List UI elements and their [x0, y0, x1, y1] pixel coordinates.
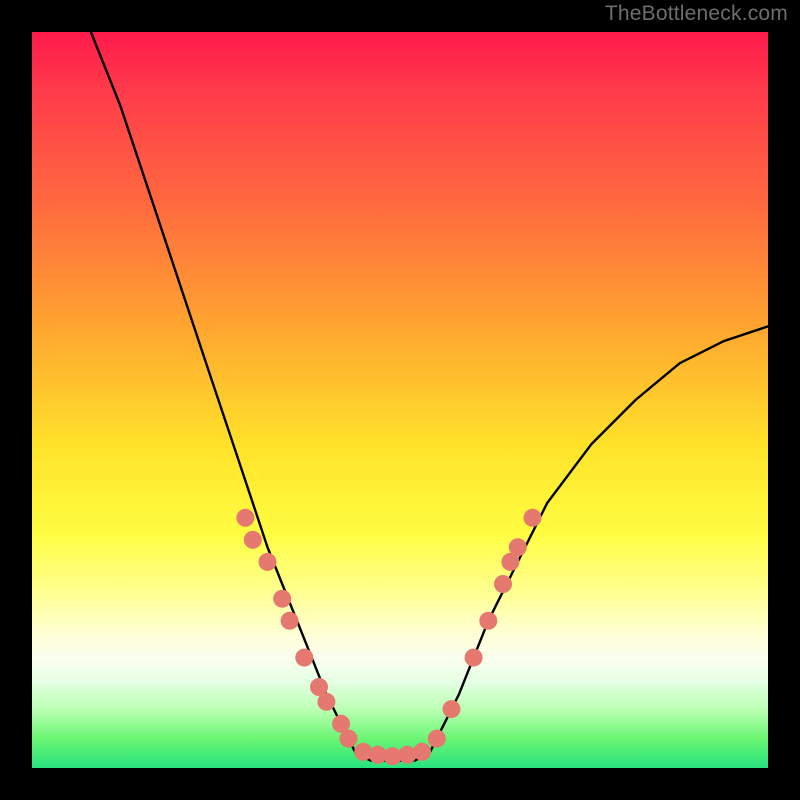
marker-dot — [273, 590, 291, 608]
marker-dot — [509, 538, 527, 556]
marker-dot — [494, 575, 512, 593]
marker-dot — [340, 730, 358, 748]
marker-dots — [236, 509, 541, 765]
marker-dot — [524, 509, 542, 527]
chart-frame: TheBottleneck.com — [0, 0, 800, 800]
marker-dot — [295, 649, 313, 667]
watermark-text: TheBottleneck.com — [605, 2, 788, 26]
marker-dot — [443, 700, 461, 718]
marker-dot — [479, 612, 497, 630]
marker-dot — [428, 730, 446, 748]
marker-dot — [465, 649, 483, 667]
marker-dot — [413, 743, 431, 761]
marker-dot — [317, 693, 335, 711]
marker-dot — [259, 553, 277, 571]
v-curve — [91, 32, 768, 761]
marker-dot — [281, 612, 299, 630]
bottleneck-curve — [91, 32, 768, 761]
plot-area — [32, 32, 768, 768]
curve-layer — [32, 32, 768, 768]
marker-dot — [236, 509, 254, 527]
marker-dot — [244, 531, 262, 549]
